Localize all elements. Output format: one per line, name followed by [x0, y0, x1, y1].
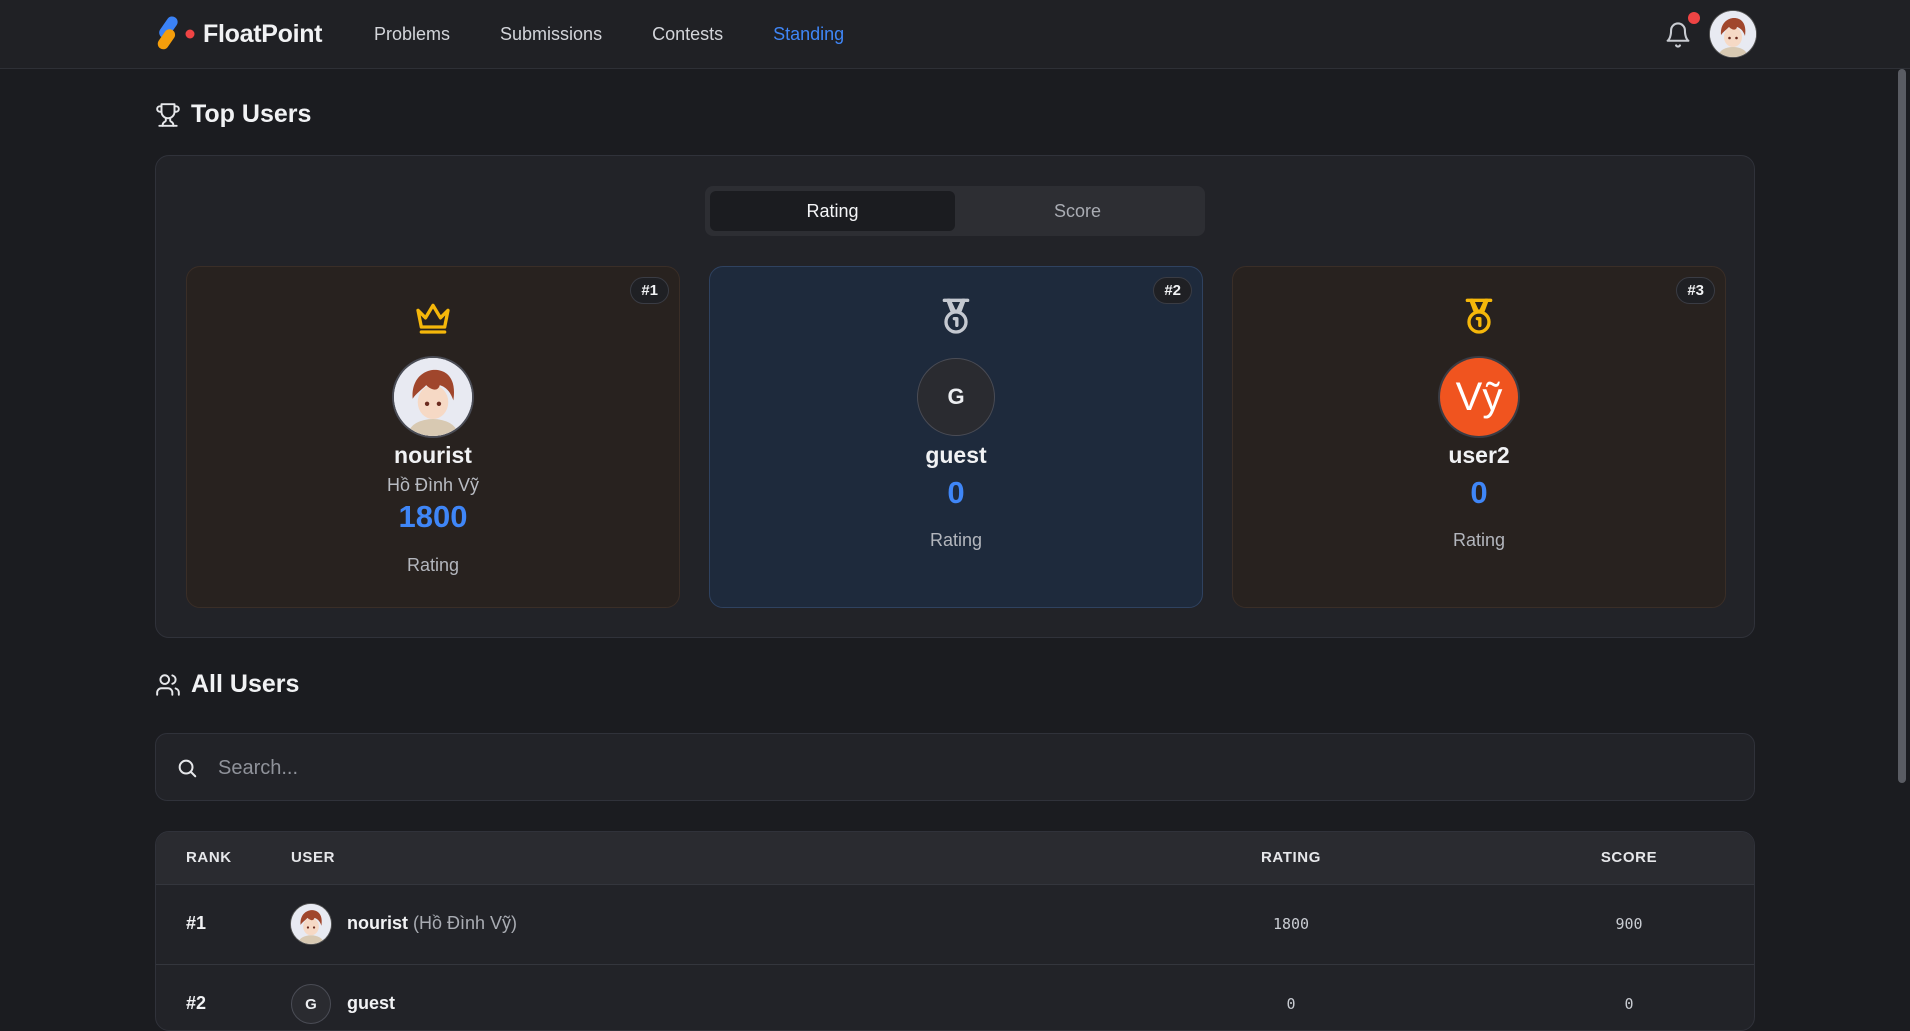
card-username: nourist [394, 442, 472, 468]
avatar: G [917, 358, 995, 436]
crown-icon [413, 297, 453, 337]
rank-badge: #1 [630, 277, 669, 304]
avatar: Vỹ [1440, 358, 1518, 436]
card-rating-value: 0 [1470, 475, 1488, 510]
column-header-score[interactable]: SCORE [1559, 849, 1699, 866]
top-users-heading: Top Users [155, 100, 311, 129]
column-header-rank[interactable]: RANK [186, 849, 232, 866]
row-score: 900 [1615, 915, 1643, 933]
avatar [291, 904, 331, 944]
card-rating-value: 1800 [398, 499, 468, 534]
card-rating-label: Rating [929, 530, 983, 550]
search-icon [176, 757, 198, 779]
card-username: guest [925, 442, 987, 468]
row-username[interactable]: nourist [347, 913, 408, 933]
column-header-user[interactable]: USER [291, 849, 335, 866]
nav-contests[interactable]: Contests [652, 24, 723, 45]
row-user: nourist (Hồ Đình Vỹ) [347, 913, 517, 934]
users-table: RANK USER RATING SCORE #1 nourist (Hồ Đì… [155, 831, 1755, 1031]
floatpoint-logo-icon [155, 14, 197, 54]
card-rating-value: 0 [947, 475, 965, 510]
row-user: guest [347, 993, 395, 1014]
rank-mode-toggle: Rating Score [705, 186, 1205, 236]
all-users-title: All Users [191, 670, 300, 698]
top-users-title: Top Users [191, 100, 312, 128]
bronze-medal-icon [1459, 297, 1499, 337]
nav-standing[interactable]: Standing [773, 24, 844, 45]
all-users-heading: All Users [155, 670, 299, 699]
row-rating: 1800 [1272, 915, 1310, 933]
notification-badge [1688, 12, 1700, 24]
table-row[interactable]: #2 G guest 0 0 [156, 964, 1754, 1030]
row-rank: #2 [186, 993, 207, 1013]
silver-medal-icon [936, 297, 976, 337]
top-users-panel: Rating Score #1 nourist Hồ Đình Vỹ 1800 … [155, 155, 1755, 638]
table-header: RANK USER RATING SCORE [156, 832, 1754, 885]
row-username[interactable]: guest [347, 993, 395, 1013]
rank-badge: #3 [1676, 277, 1715, 304]
top-navbar: FloatPoint Problems Submissions Contests… [0, 0, 1910, 69]
top-user-card-1[interactable]: #1 nourist Hồ Đình Vỹ 1800 Rating [186, 266, 680, 608]
column-header-rating[interactable]: RATING [1221, 849, 1361, 866]
notification-bell-icon[interactable] [1664, 20, 1692, 50]
card-full-name: Hồ Đình Vỹ [386, 475, 480, 495]
nav-problems[interactable]: Problems [374, 24, 450, 45]
main-nav: Problems Submissions Contests Standing [374, 0, 894, 69]
row-rank: #1 [186, 913, 207, 933]
row-score: 0 [1624, 995, 1634, 1013]
page-scrollbar[interactable] [1898, 69, 1906, 783]
tab-score[interactable]: Score [955, 191, 1200, 231]
user-avatar[interactable] [1710, 11, 1756, 57]
avatar [394, 358, 472, 436]
search-input[interactable] [216, 734, 1720, 802]
card-username: user2 [1448, 442, 1510, 468]
nav-submissions[interactable]: Submissions [500, 24, 602, 45]
user-search [155, 733, 1755, 802]
card-rating-label: Rating [406, 555, 460, 575]
app-name: FloatPoint [203, 19, 323, 48]
top-user-card-3[interactable]: #3 Vỹ user2 0 Rating [1232, 266, 1726, 608]
card-rating-label: Rating [1452, 530, 1506, 550]
avatar: G [291, 984, 331, 1024]
tab-rating[interactable]: Rating [710, 191, 955, 231]
row-rating: 0 [1286, 995, 1296, 1013]
row-full-name: (Hồ Đình Vỹ) [413, 913, 518, 933]
table-row[interactable]: #1 nourist (Hồ Đình Vỹ) 1800 900 [156, 884, 1754, 965]
rank-badge: #2 [1153, 277, 1192, 304]
users-icon [156, 673, 180, 696]
top-user-card-2[interactable]: #2 G guest 0 Rating [709, 266, 1203, 608]
trophy-icon [156, 102, 180, 127]
brand[interactable]: FloatPoint [155, 14, 323, 54]
